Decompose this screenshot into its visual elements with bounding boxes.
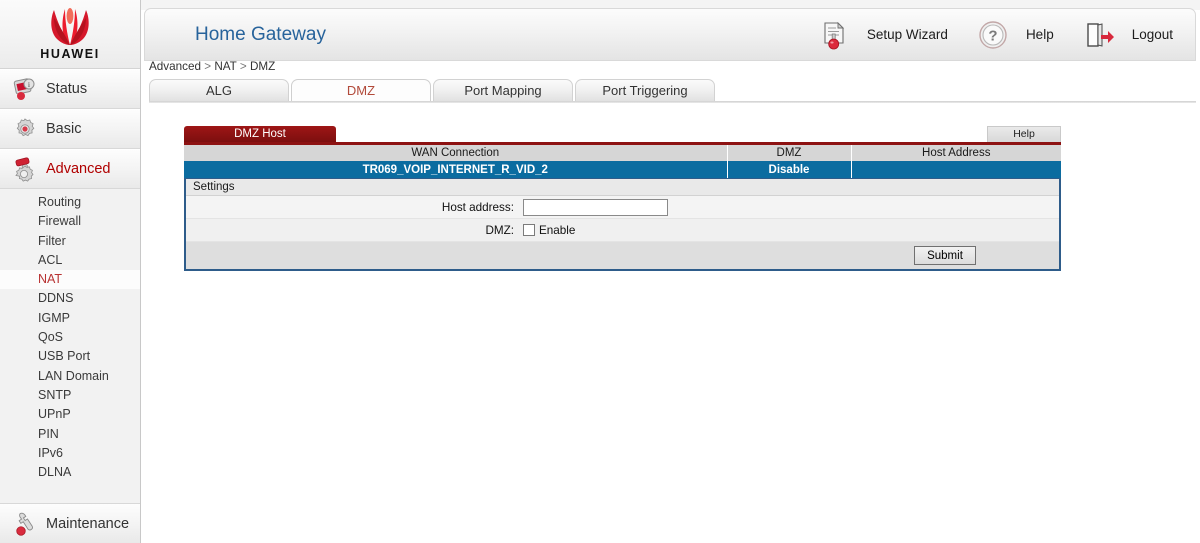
host-address-label: Host address: [441,200,514,214]
header-actions: Setup Wizard ? Help Logout [789,18,1173,52]
sidebar-item-advanced[interactable]: Advanced [0,149,140,189]
sidebar-subitem-upnp[interactable]: UPnP [0,405,140,424]
wrench-icon [12,511,38,537]
breadcrumb: Advanced > NAT > DMZ [149,60,275,73]
cell-host-address [851,161,1061,178]
sidebar: HUAWEI i Status Basic Advanced Routing F… [0,0,141,543]
sidebar-subitem-igmp[interactable]: IGMP [0,309,140,328]
help-button[interactable]: ? Help [976,18,1054,52]
tab-dmz[interactable]: DMZ [291,79,431,102]
logout-label: Logout [1131,27,1173,42]
sidebar-subitem-acl[interactable]: ACL [0,251,140,270]
settings-section: Settings Host address: DMZ: Enable Submi… [184,178,1061,271]
dmz-table: WAN Connection DMZ Host Address TR069_VO… [184,145,1061,178]
exit-door-icon [1082,18,1116,52]
status-info-icon: i [12,76,38,102]
sidebar-item-maintenance[interactable]: Maintenance [0,503,140,543]
sidebar-subitem-ipv6[interactable]: IPv6 [0,444,140,463]
table-row[interactable]: TR069_VOIP_INTERNET_R_VID_2 Disable [184,161,1061,178]
question-circle-icon: ? [976,18,1010,52]
sidebar-subitem-filter[interactable]: Filter [0,232,140,251]
router-admin-page: HUAWEI i Status Basic Advanced Routing F… [0,0,1200,543]
huawei-flower-logo [33,7,107,46]
dmz-enable-row: DMZ: Enable [186,219,1059,242]
dmz-enable-checkbox[interactable] [523,224,535,236]
breadcrumb-item-advanced[interactable]: Advanced [149,60,201,73]
sidebar-subitem-firewall[interactable]: Firewall [0,212,140,231]
breadcrumb-separator: > [239,60,247,73]
tab-alg[interactable]: ALG [149,79,289,102]
header-bar: Home Gateway Setup Wizard ? Help Logout [144,8,1196,61]
panel-tab-dmz-host[interactable]: DMZ Host [184,126,336,142]
panel-help-button[interactable]: Help [987,126,1061,142]
sidebar-item-label: Basic [46,121,82,137]
sidebar-item-label: Maintenance [46,515,130,532]
sidebar-subnav: Routing Firewall Filter ACL NAT DDNS IGM… [0,189,140,487]
sidebar-item-basic[interactable]: Basic [0,109,140,149]
sidebar-subitem-ddns[interactable]: DDNS [0,289,140,308]
sidebar-subitem-pin[interactable]: PIN [0,425,140,444]
advanced-gear-icon [12,156,38,182]
cell-wan-connection: TR069_VOIP_INTERNET_R_VID_2 [184,161,728,178]
setup-wizard-button[interactable]: Setup Wizard [817,18,948,52]
sidebar-subitem-nat[interactable]: NAT [0,270,140,290]
logout-button[interactable]: Logout [1082,18,1173,52]
submit-row: Submit [186,242,1059,269]
svg-text:i: i [28,81,30,89]
sidebar-subitem-usb-port[interactable]: USB Port [0,347,140,366]
tab-underline [149,101,1196,103]
column-header-dmz: DMZ [727,145,852,161]
dmz-panel: DMZ Host Help WAN Connection DMZ Host Ad… [184,126,1061,271]
brand-wordmark: HUAWEI [40,46,100,61]
tab-port-triggering[interactable]: Port Triggering [575,79,715,102]
breadcrumb-item-nat[interactable]: NAT [214,60,236,73]
sidebar-subitem-sntp[interactable]: SNTP [0,386,140,405]
svg-text:?: ? [988,27,997,44]
setup-wizard-label: Setup Wizard [866,27,948,42]
column-header-host-address: Host Address [851,145,1061,161]
dmz-enable-label: Enable [539,223,576,237]
host-address-row: Host address: [186,196,1059,219]
sidebar-subitem-dlna[interactable]: DLNA [0,463,140,482]
help-label: Help [1025,27,1054,42]
breadcrumb-item-dmz: DMZ [249,60,276,73]
dmz-label: DMZ: [485,223,514,237]
host-address-input[interactable] [523,198,668,216]
panel-tab-bar: DMZ Host Help [184,126,1061,142]
sidebar-item-label: Status [46,81,88,97]
settings-title: Settings [186,179,1059,196]
sidebar-subitem-qos[interactable]: QoS [0,328,140,347]
sidebar-item-status[interactable]: i Status [0,69,140,109]
sidebar-subitem-lan-domain[interactable]: LAN Domain [0,367,140,386]
page-title: Home Gateway [195,23,326,45]
sidebar-subitem-routing[interactable]: Routing [0,193,140,212]
table-header-row: WAN Connection DMZ Host Address [184,145,1061,161]
gear-icon [12,116,38,142]
tab-bar: ALG DMZ Port Mapping Port Triggering [149,78,1196,102]
cell-dmz-status: Disable [727,161,852,178]
column-header-wan-connection: WAN Connection [184,145,728,161]
brand-logo: HUAWEI [0,0,140,69]
sidebar-item-label: Advanced [46,161,111,177]
breadcrumb-separator: > [204,60,212,73]
submit-button[interactable]: Submit [914,246,976,265]
tab-port-mapping[interactable]: Port Mapping [433,79,573,102]
setup-wizard-icon [817,18,851,52]
